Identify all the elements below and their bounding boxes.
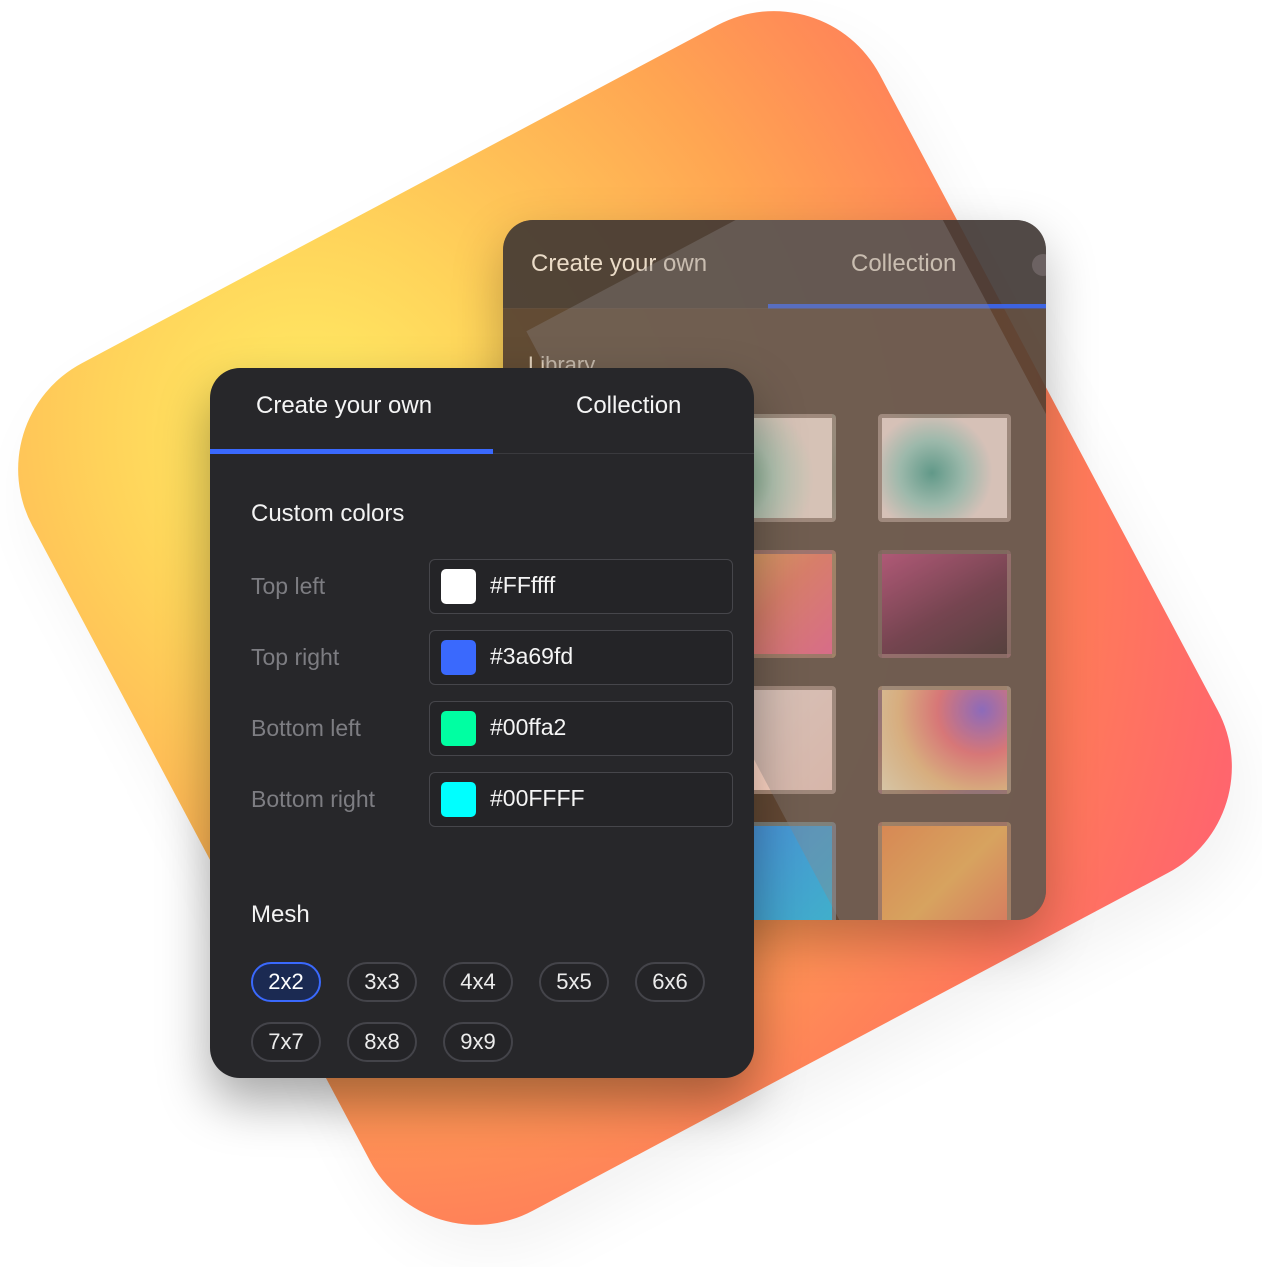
top-right-color-chip[interactable] bbox=[441, 640, 476, 675]
top-right-label: Top right bbox=[251, 644, 340, 670]
mesh-title: Mesh bbox=[251, 901, 310, 928]
mesh-option-3x3[interactable]: 3x3 bbox=[347, 962, 417, 1002]
bottom-left-color-field[interactable]: #00ffa2 bbox=[429, 701, 733, 756]
collection-panel-tabs: Create your own Collection bbox=[503, 220, 1046, 309]
bottom-right-color-field[interactable]: #00FFFF bbox=[429, 772, 733, 827]
gradient-swatch-pastel-purple[interactable] bbox=[878, 686, 1011, 794]
tab-collection[interactable]: Collection bbox=[851, 250, 956, 278]
bottom-right-color-chip[interactable] bbox=[441, 782, 476, 817]
create-your-own-panel: Create your own Collection Custom colors… bbox=[210, 368, 754, 1078]
gradient-swatch-orange-sunset[interactable] bbox=[878, 822, 1011, 920]
custom-colors-title: Custom colors bbox=[251, 500, 405, 527]
bottom-left-label: Bottom left bbox=[251, 715, 361, 741]
create-panel-tabs: Create your own Collection bbox=[210, 368, 754, 454]
top-right-color-value[interactable]: #3a69fd bbox=[490, 643, 573, 670]
mesh-option-5x5[interactable]: 5x5 bbox=[539, 962, 609, 1002]
bottom-left-color-value[interactable]: #00ffa2 bbox=[490, 714, 566, 741]
gradient-swatch-plum-brown[interactable] bbox=[878, 550, 1011, 658]
bottom-right-color-value[interactable]: #00FFFF bbox=[490, 785, 585, 812]
top-left-color-value[interactable]: #FFffff bbox=[490, 572, 555, 599]
mesh-option-9x9[interactable]: 9x9 bbox=[443, 1022, 513, 1062]
mesh-option-4x4[interactable]: 4x4 bbox=[443, 962, 513, 1002]
tab-create-your-own[interactable]: Create your own bbox=[256, 392, 432, 420]
tab-create-your-own[interactable]: Create your own bbox=[531, 250, 707, 278]
mesh-option-7x7[interactable]: 7x7 bbox=[251, 1022, 321, 1062]
mesh-option-2x2[interactable]: 2x2 bbox=[251, 962, 321, 1002]
top-left-color-chip[interactable] bbox=[441, 569, 476, 604]
top-right-color-field[interactable]: #3a69fd bbox=[429, 630, 733, 685]
mesh-option-6x6[interactable]: 6x6 bbox=[635, 962, 705, 1002]
top-left-color-field[interactable]: #FFffff bbox=[429, 559, 733, 614]
mesh-option-8x8[interactable]: 8x8 bbox=[347, 1022, 417, 1062]
tab-collection[interactable]: Collection bbox=[576, 392, 681, 420]
active-tab-indicator bbox=[210, 449, 493, 454]
bottom-right-label: Bottom right bbox=[251, 786, 375, 812]
gradient-swatch-teal-coral[interactable] bbox=[878, 414, 1011, 522]
bottom-left-color-chip[interactable] bbox=[441, 711, 476, 746]
top-left-label: Top left bbox=[251, 573, 326, 599]
